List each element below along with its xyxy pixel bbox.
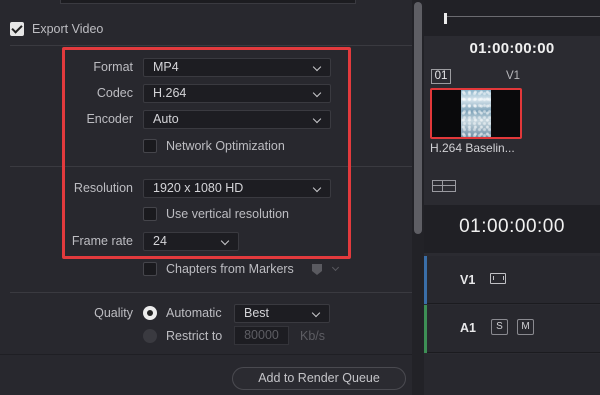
network-optimization-label: Network Optimization — [166, 139, 285, 153]
export-video-checkbox[interactable] — [10, 22, 24, 36]
frame-rate-value: 24 — [153, 234, 167, 248]
quality-preset-dropdown[interactable]: Best — [234, 304, 330, 323]
divider — [10, 166, 412, 167]
scrollbar-thumb[interactable] — [414, 2, 422, 234]
track-color-bar — [424, 305, 427, 353]
format-label: Format — [93, 60, 133, 74]
restrict-to-radio[interactable] — [143, 329, 157, 343]
chevron-down-icon[interactable] — [331, 263, 340, 272]
mute-button[interactable]: M — [517, 319, 534, 335]
bitrate-unit: Kb/s — [300, 329, 326, 343]
timeline-view-icon[interactable] — [432, 180, 456, 192]
export-video-label: Export Video — [32, 22, 104, 36]
divider — [10, 292, 412, 293]
codec-value: H.264 — [153, 86, 187, 100]
vertical-resolution-checkbox[interactable] — [143, 207, 157, 221]
encoder-dropdown[interactable]: Auto — [143, 110, 331, 129]
chevron-down-icon — [312, 183, 322, 193]
playhead[interactable] — [444, 13, 447, 24]
bitrate-input[interactable]: 80000 — [234, 326, 289, 345]
solo-button[interactable]: S — [491, 319, 508, 335]
divider — [10, 45, 412, 46]
timeline-empty-area — [424, 354, 600, 395]
codec-dropdown[interactable]: H.264 — [143, 84, 331, 103]
add-to-render-queue-button[interactable]: Add to Render Queue — [232, 367, 406, 390]
track-label: V1 — [460, 273, 476, 287]
chevron-down-icon — [312, 88, 322, 98]
chevron-down-icon — [220, 236, 230, 246]
chevron-down-icon — [312, 114, 322, 124]
track-header-a1[interactable]: A1 — [424, 305, 600, 353]
restrict-to-label: Restrict to — [166, 329, 223, 343]
viewer-timecode: 01:00:00:00 — [469, 40, 555, 57]
vertical-resolution-label: Use vertical resolution — [166, 207, 289, 221]
resolution-dropdown[interactable]: 1920 x 1080 HD — [143, 179, 331, 198]
timeline-ruler[interactable] — [424, 0, 600, 36]
timeline-timecode: 01:00:00:00 — [459, 216, 565, 237]
chevron-down-icon — [312, 62, 322, 72]
track-label: A1 — [460, 321, 476, 335]
chapters-from-markers-checkbox[interactable] — [143, 262, 157, 276]
chapters-from-markers-label: Chapters from Markers — [166, 262, 294, 276]
film-strip-icon[interactable] — [490, 273, 506, 284]
ruler-line — [444, 16, 600, 17]
highlight-annotation — [62, 47, 351, 259]
automatic-radio[interactable] — [143, 306, 157, 320]
clip-thumbnail-image — [461, 90, 491, 137]
quality-preset-value: Best — [244, 306, 270, 320]
network-optimization-checkbox[interactable] — [143, 139, 157, 153]
timeline-panel: 01:00:00:00 01 V1 H.264 Baselin... 01:00… — [424, 0, 600, 395]
top-field-edge — [60, 0, 356, 4]
encoder-value: Auto — [153, 112, 179, 126]
track-header-v1[interactable]: V1 — [424, 256, 600, 304]
marker-icon — [312, 264, 322, 275]
quality-label: Quality — [94, 306, 133, 320]
clip-track-label: V1 — [506, 70, 521, 82]
resolution-label: Resolution — [73, 181, 133, 195]
track-color-bar — [424, 256, 427, 304]
divider — [0, 354, 412, 355]
resolution-value: 1920 x 1080 HD — [153, 181, 244, 195]
frame-rate-dropdown[interactable]: 24 — [143, 232, 239, 251]
encoder-label: Encoder — [86, 112, 133, 126]
automatic-label: Automatic — [166, 306, 222, 320]
clip-thumbnail[interactable] — [430, 88, 522, 139]
codec-label: Codec — [96, 86, 133, 100]
chevron-down-icon — [311, 308, 321, 318]
clip-number: 01 — [431, 69, 451, 84]
format-dropdown[interactable]: MP4 — [143, 58, 331, 77]
clip-name: H.264 Baselin... — [430, 141, 515, 155]
format-value: MP4 — [153, 60, 179, 74]
render-settings-panel: Export Video Format MP4 Codec H.264 Enco… — [0, 0, 412, 395]
frame-rate-label: Frame rate — [71, 234, 133, 248]
